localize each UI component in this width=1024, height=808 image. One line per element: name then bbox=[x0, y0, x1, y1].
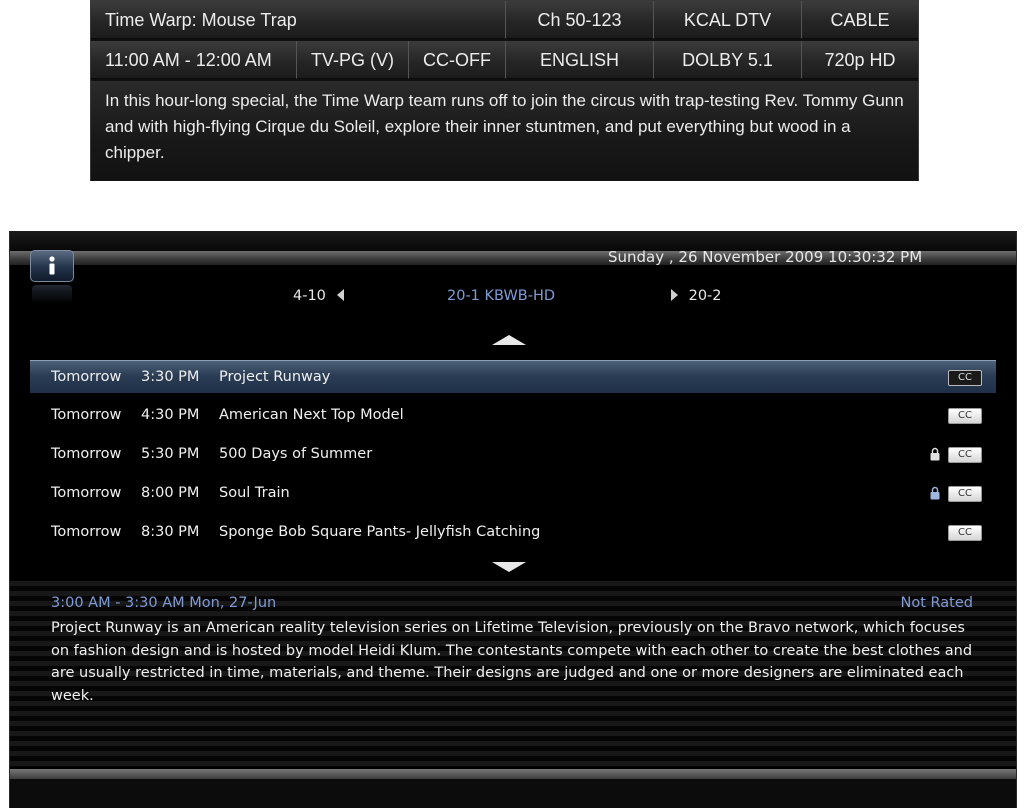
rating-badge: TV-PG (V) bbox=[297, 41, 409, 79]
lock-icon bbox=[930, 447, 940, 461]
program-row[interactable]: Tomorrow 3:30 PM Project Runway CC bbox=[30, 360, 996, 393]
audio-format: DOLBY 5.1 bbox=[654, 41, 802, 79]
program-time: 8:00 PM bbox=[141, 485, 200, 501]
program-row[interactable]: Tomorrow 4:30 PM American Next Top Model… bbox=[30, 399, 996, 432]
program-day: Tomorrow bbox=[51, 524, 122, 540]
footer-bar bbox=[10, 769, 1016, 779]
info-row-2: 11:00 AM - 12:00 AM TV-PG (V) CC-OFF ENG… bbox=[91, 41, 918, 80]
program-title: Project Runway bbox=[219, 369, 331, 385]
program-title: Time Warp: Mouse Trap bbox=[91, 1, 506, 39]
program-title: Soul Train bbox=[219, 485, 290, 501]
time-range: 11:00 AM - 12:00 AM bbox=[91, 41, 297, 79]
info-button-reflection bbox=[32, 285, 72, 303]
current-datetime: Sunday , 26 November 2009 10:30:32 PM bbox=[608, 248, 923, 266]
program-day: Tomorrow bbox=[51, 446, 122, 462]
scroll-up-icon[interactable] bbox=[492, 335, 526, 345]
video-resolution: 720p HD bbox=[802, 41, 918, 79]
scroll-down-icon[interactable] bbox=[492, 562, 526, 572]
audio-language: ENGLISH bbox=[506, 41, 654, 79]
cc-status: CC-OFF bbox=[409, 41, 506, 79]
program-day: Tomorrow bbox=[51, 369, 122, 385]
signal-source: CABLE bbox=[802, 1, 918, 39]
info-row-1: Time Warp: Mouse Trap Ch 50-123 KCAL DTV… bbox=[91, 1, 918, 40]
detail-time-range: 3:00 AM - 3:30 AM Mon, 27-Jun bbox=[51, 595, 277, 611]
next-channel-label: 20-2 bbox=[688, 288, 722, 304]
channel-number: Ch 50-123 bbox=[506, 1, 654, 39]
previous-channel-link[interactable]: 4-10 bbox=[293, 288, 345, 304]
program-description: In this hour-long special, the Time Warp… bbox=[91, 81, 918, 181]
program-time: 8:30 PM bbox=[141, 524, 200, 540]
program-info-panel: Time Warp: Mouse Trap Ch 50-123 KCAL DTV… bbox=[90, 0, 919, 181]
detail-rating: Not Rated bbox=[900, 595, 973, 611]
info-button[interactable] bbox=[30, 250, 74, 282]
current-channel: 20-1 KBWB-HD bbox=[447, 288, 556, 304]
cc-badge: CC bbox=[948, 370, 982, 386]
program-row[interactable]: Tomorrow 8:30 PM Sponge Bob Square Pants… bbox=[30, 516, 996, 549]
footer-background bbox=[10, 779, 1016, 808]
cc-badge: CC bbox=[948, 408, 982, 424]
previous-channel-label: 4-10 bbox=[293, 288, 326, 304]
program-guide: Sunday , 26 November 2009 10:30:32 PM 4-… bbox=[9, 231, 1017, 808]
program-row[interactable]: Tomorrow 5:30 PM 500 Days of Summer CC bbox=[30, 438, 996, 471]
program-time: 3:30 PM bbox=[141, 369, 200, 385]
info-icon bbox=[49, 256, 55, 275]
program-time: 5:30 PM bbox=[141, 446, 200, 462]
next-channel-link[interactable]: 20-2 bbox=[671, 288, 722, 304]
station-name: KCAL DTV bbox=[654, 1, 802, 39]
program-time: 4:30 PM bbox=[141, 407, 200, 423]
chevron-left-icon bbox=[336, 289, 344, 301]
program-day: Tomorrow bbox=[51, 407, 122, 423]
lock-icon bbox=[930, 486, 940, 500]
program-title: American Next Top Model bbox=[219, 407, 404, 423]
chevron-right-icon bbox=[671, 289, 678, 301]
program-title: 500 Days of Summer bbox=[219, 446, 373, 462]
cc-badge: CC bbox=[948, 447, 982, 463]
program-row[interactable]: Tomorrow 8:00 PM Soul Train CC bbox=[30, 477, 996, 510]
cc-badge: CC bbox=[948, 486, 982, 502]
program-title: Sponge Bob Square Pants- Jellyfish Catch… bbox=[219, 524, 541, 540]
detail-description: Project Runway is an American reality te… bbox=[51, 620, 973, 704]
program-day: Tomorrow bbox=[51, 485, 122, 501]
cc-badge: CC bbox=[948, 525, 982, 541]
